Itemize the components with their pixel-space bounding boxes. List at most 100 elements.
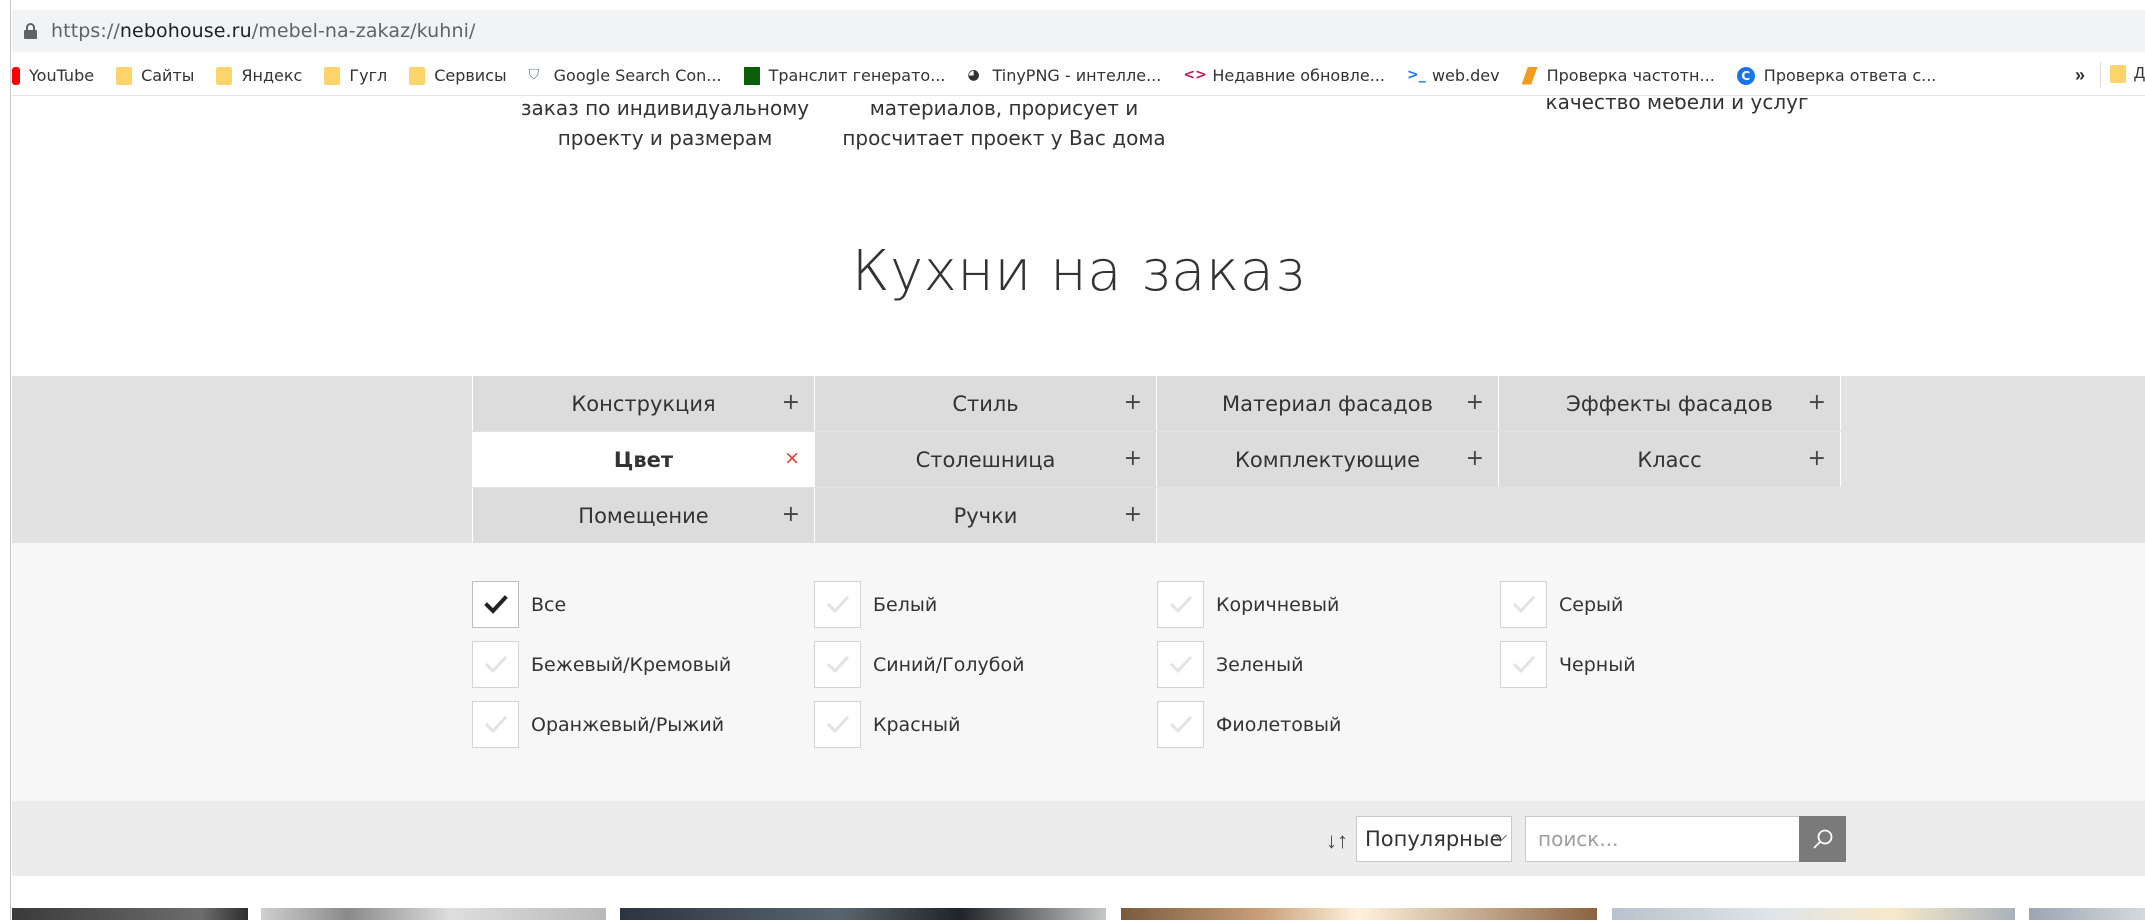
webdev-icon: >_ [1406, 66, 1426, 83]
bookmark-folder-sites[interactable]: Сайты [116, 66, 194, 85]
search-icon [1813, 829, 1832, 849]
color-option-label: Красный [873, 713, 961, 736]
expand-icon: + [1123, 390, 1142, 415]
expand-icon: + [1807, 390, 1826, 415]
address-bar[interactable]: https://nebohouse.ru/mebel-na-zakaz/kuhn… [12, 10, 2145, 52]
color-option[interactable]: Синий/Голубой [814, 641, 1024, 688]
filter-hardware[interactable]: Комплектующие + [1156, 432, 1498, 487]
color-option-label: Серый [1559, 593, 1624, 616]
feature-text-2: материалов, прорисует и просчитает проек… [842, 97, 1166, 150]
url-text[interactable]: https://nebohouse.ru/mebel-na-zakaz/kuhn… [51, 20, 475, 42]
color-option-label: Бежевый/Кремовый [531, 653, 732, 676]
window-frame [0, 0, 11, 920]
color-option-label: Черный [1559, 653, 1636, 676]
filter-construction[interactable]: Конструкция + [472, 376, 814, 431]
color-option[interactable]: Серый [1500, 581, 1623, 628]
checkbox[interactable] [1157, 581, 1204, 628]
checkmark-icon [1512, 595, 1535, 613]
bookmark-webdev[interactable]: >_ web.dev [1407, 66, 1500, 85]
sort-select[interactable]: Популярные [1356, 816, 1512, 862]
checkbox[interactable] [472, 581, 519, 628]
color-option[interactable]: Белый [814, 581, 937, 628]
checkbox[interactable] [472, 701, 519, 748]
color-option[interactable]: Красный [814, 701, 960, 748]
filter-row: Помещение + Ручки + [472, 488, 1157, 543]
sort-order-icon[interactable]: ↓↑ [1326, 828, 1348, 854]
product-thumbnail[interactable] [620, 908, 1106, 920]
product-thumbnail[interactable] [1612, 908, 2015, 920]
color-option[interactable]: Фиолетовый [1157, 701, 1341, 748]
product-thumbnails [12, 908, 2145, 920]
search-console-icon: ⛉ [528, 66, 540, 83]
checkbox[interactable] [814, 701, 861, 748]
bookmark-response-check[interactable]: C Проверка ответа с... [1736, 66, 1936, 85]
checkbox[interactable] [472, 641, 519, 688]
search-button[interactable] [1799, 816, 1846, 862]
lock-icon [24, 23, 37, 39]
bookmark-tinypng[interactable]: ◕ TinyPNG - интелле... [967, 66, 1161, 85]
bookmark-folder-last[interactable]: Д [2110, 65, 2145, 83]
checkmark-icon [826, 595, 849, 613]
filter-countertop[interactable]: Столешница + [814, 432, 1156, 487]
bookmark-folder-services[interactable]: Сервисы [409, 66, 507, 85]
color-option-label: Коричневый [1216, 593, 1340, 616]
color-option[interactable]: Черный [1500, 641, 1636, 688]
product-thumbnail[interactable] [261, 908, 606, 920]
checkbox[interactable] [1500, 641, 1547, 688]
filter-row: Цвет × Столешница + Комплектующие + Класс + [472, 432, 1841, 487]
g-circle-icon: C [1736, 66, 1755, 85]
color-option[interactable]: Зеленый [1157, 641, 1303, 688]
checkbox[interactable] [814, 581, 861, 628]
bookmark-search-console[interactable]: ⛉ Google Search Con... [529, 66, 722, 85]
feature-text-1: заказ по индивидуальному проекту и разме… [520, 97, 810, 150]
folder-icon [216, 66, 233, 85]
checkbox[interactable] [1500, 581, 1547, 628]
folder-icon [116, 66, 133, 85]
bookmark-frequency[interactable]: Проверка частотн... [1521, 66, 1715, 85]
checkbox[interactable] [814, 641, 861, 688]
youtube-icon [12, 66, 20, 85]
expand-icon: + [781, 502, 800, 527]
checkmark-icon [483, 594, 508, 614]
expand-icon: + [1465, 390, 1484, 415]
product-thumbnail[interactable] [2029, 908, 2145, 920]
filter-facade-material[interactable]: Материал фасадов + [1156, 376, 1498, 431]
checkmark-icon [484, 655, 507, 673]
bookmark-updates[interactable]: <> Недавние обновле... [1183, 66, 1385, 85]
bookmark-folder-google[interactable]: Гугл [324, 66, 387, 85]
color-option[interactable]: Бежевый/Кремовый [472, 641, 731, 688]
expand-icon: + [1465, 446, 1484, 471]
checkmark-icon [826, 655, 849, 673]
bookmarks-bar: YouTube Сайты Яндекс Гугл Сервисы ⛉ Googl… [12, 56, 2145, 96]
filter-style[interactable]: Стиль + [814, 376, 1156, 431]
filter-room[interactable]: Помещение + [472, 488, 814, 543]
product-thumbnail[interactable] [1121, 908, 1597, 920]
color-option[interactable]: Оранжевый/Рыжий [472, 701, 724, 748]
checkbox[interactable] [1157, 701, 1204, 748]
checkmark-icon [1512, 655, 1535, 673]
checkmark-icon [1169, 715, 1192, 733]
expand-icon: + [1807, 446, 1826, 471]
checkmark-icon [1169, 595, 1192, 613]
bookmark-youtube[interactable]: YouTube [12, 66, 94, 85]
checkbox[interactable] [1157, 641, 1204, 688]
product-thumbnail[interactable] [12, 908, 248, 920]
checkmark-icon [826, 715, 849, 733]
bookmark-translit[interactable]: Транслит генерато... [743, 66, 945, 85]
filter-handles[interactable]: Ручки + [814, 488, 1156, 543]
filter-row: Конструкция + Стиль + Материал фасадов + Эф… [472, 376, 1841, 431]
filter-facade-effects[interactable]: Эффекты фасадов + [1498, 376, 1840, 431]
color-option[interactable]: Коричневый [1157, 581, 1339, 628]
bookmark-folder-yandex[interactable]: Яндекс [216, 66, 302, 85]
checkmark-icon [1169, 655, 1192, 673]
more-bookmarks-button[interactable]: » [2075, 65, 2085, 86]
panda-icon: ◕ [967, 66, 980, 83]
close-icon[interactable]: × [784, 447, 800, 469]
sort-search-bar: ↓↑ Популярные [12, 801, 2145, 876]
color-options-panel: Все Белый Коричневый Серый Бежевый/Кремовый С… [12, 543, 2145, 801]
search-input[interactable] [1525, 816, 1811, 862]
color-option-label: Все [531, 593, 567, 616]
filter-class[interactable]: Класс + [1498, 432, 1840, 487]
filter-color[interactable]: Цвет × [472, 432, 814, 487]
color-option[interactable]: Все [472, 581, 566, 628]
